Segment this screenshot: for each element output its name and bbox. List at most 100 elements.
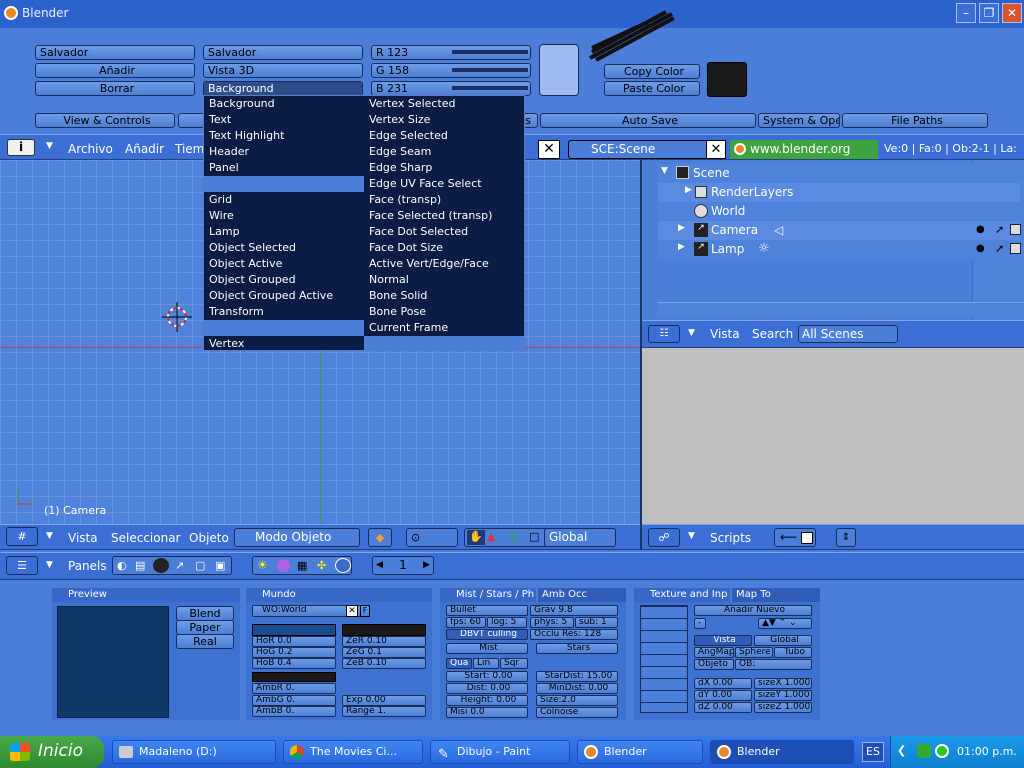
gravity-slider[interactable]: Grav 9.8 [530,605,618,616]
collapse-arrow-icon[interactable]: ▼ [688,328,695,338]
buttons-editor-type-icon[interactable]: ☰ [6,556,38,575]
expand-arrow-icon[interactable]: ▼ [661,166,668,176]
dropdown-item[interactable]: Transform [204,304,364,320]
mist-panel-header[interactable]: Mist / Stars / Ph [440,588,536,602]
texture-browse-button[interactable]: - [694,618,706,629]
eye-icon[interactable]: ● [976,243,985,254]
map-to-tab[interactable]: Map To [732,588,820,602]
render-icon[interactable] [1010,243,1021,254]
dropdown-item[interactable]: Edge Seam [364,144,524,160]
blue-slider[interactable]: B 231 [371,81,531,96]
paper-button[interactable]: Paper [176,620,234,635]
viewport-editor-type-icon[interactable]: # [6,527,38,546]
element-select[interactable]: Background [203,81,363,96]
dropdown-item[interactable]: Text [204,112,364,128]
start-field[interactable]: Start: 0.00 [446,671,528,682]
sphere-toggle[interactable]: Sphere [735,647,773,658]
add-new-texture-button[interactable]: Añadir Nuevo [694,605,812,616]
texture-copy-paste-buttons[interactable]: ▲▼ ⌃ ⌄ [758,618,812,629]
theme-name-field[interactable]: Salvador [203,45,363,60]
height-field[interactable]: Height: 0.00 [446,695,528,706]
outliner-row-world[interactable]: World [658,202,1020,221]
outliner-menu-vista[interactable]: Vista [710,327,740,341]
taskbar-item-movies[interactable]: The Movies Ci... [283,740,423,764]
network-icon[interactable] [917,744,931,758]
sizex-field[interactable]: sizeX 1.000 [754,678,812,689]
outliner-scrollbar[interactable] [658,302,1024,316]
qua-toggle[interactable]: Qua [446,658,472,669]
dist-field[interactable]: Dist: 0.00 [446,683,528,694]
tubo-toggle[interactable]: Tubo [774,647,812,658]
menu-archivo[interactable]: Archivo [68,142,113,156]
dropdown-item[interactable]: Grid [204,192,364,208]
dropdown-item[interactable]: Vertex Size [364,112,524,128]
preview-panel-header[interactable]: Preview [52,588,240,602]
objeto-toggle[interactable]: Objeto [694,659,734,670]
range-slider[interactable]: Range 1. [342,706,426,717]
dropdown-item[interactable]: Object Grouped Active [204,288,364,304]
render-icon[interactable] [1010,224,1021,235]
sub-context-buttons[interactable]: ☀ ▦ ✣ [252,556,352,575]
script-icon[interactable]: ▤ [135,559,145,572]
hor-slider[interactable]: HoR 0.0 [252,636,336,647]
object-context-icon[interactable]: ↗ [175,559,184,572]
menu-vista[interactable]: Vista [68,531,98,545]
sqr-toggle[interactable]: Sqr [500,658,528,669]
outliner-editor-type-icon[interactable]: ☷ [648,325,680,343]
logic-icon[interactable]: ◐ [117,559,127,572]
scale-icon[interactable]: □ [529,530,539,543]
sizey-field[interactable]: sizeY 1.000 [754,690,812,701]
menu-anadir[interactable]: Añadir [125,142,164,156]
tab-file-paths[interactable]: File Paths [842,113,988,128]
scripts-editor-type-icon[interactable]: ☍ [648,528,680,547]
ambb-slider[interactable]: AmbB 0. [252,706,336,717]
angmap-toggle[interactable]: AngMap [694,647,734,658]
world-context-icon[interactable] [335,558,351,573]
stars-toggle[interactable]: Stars [536,643,618,654]
collapse-arrow-icon[interactable]: ▼ [46,531,53,541]
delete-button[interactable]: Borrar [35,81,195,96]
dropdown-item[interactable]: Object Selected [204,240,364,256]
scenes-filter-select[interactable]: All Scenes [798,325,898,343]
horizon-color-swatch[interactable] [252,624,336,636]
hog-slider[interactable]: HoG 0.2 [252,647,336,658]
dropdown-item[interactable]: Face Dot Selected [364,224,524,240]
expand-arrow-icon[interactable]: ▶ [678,242,685,252]
taskbar-item-madaleno[interactable]: Madaleno (D:) [112,740,276,764]
outliner-menu-search[interactable]: Search [752,327,793,341]
mist-toggle[interactable]: Mist [446,643,528,654]
dz-field[interactable]: dZ 0.00 [694,702,752,713]
dropdown-item[interactable]: Face Dot Size [364,240,524,256]
texture-icon[interactable]: ▦ [297,559,307,572]
mundo-panel-header[interactable]: Mundo [246,588,432,602]
misi-slider[interactable]: Misi 0.0 [446,707,528,718]
cursor-select-icon[interactable]: ➚ [995,242,1004,255]
texture-panel-header[interactable]: Texture and Inp [634,588,730,602]
dropdown-item[interactable]: Panel [204,160,364,176]
dropdown-item[interactable]: Object Grouped [204,272,364,288]
sizez-field[interactable]: sizeZ 1.000 [754,702,812,713]
blend-button[interactable]: Blend [176,606,234,621]
panels-menu[interactable]: Panels [68,559,107,573]
ob-field[interactable]: OB: [735,659,812,670]
dropdown-item[interactable]: Face (transp) [364,192,524,208]
context-buttons[interactable]: ◐ ▤ ↗ ▢ ▣ [112,556,232,575]
tab-view-controls[interactable]: View & Controls [35,113,175,128]
tab-auto-save[interactable]: Auto Save [540,113,756,128]
dropdown-item[interactable]: Background [204,96,364,112]
size-slider[interactable]: Size:2.0 [536,695,618,706]
exp-slider[interactable]: Exp 0.00 [342,695,426,706]
antivirus-icon[interactable] [935,744,949,758]
info-icon[interactable]: i [7,139,35,156]
scene-delete-button[interactable]: ✕ [706,140,726,159]
maximize-button[interactable]: ❐ [979,3,999,23]
dropdown-item[interactable]: Current Frame [364,320,524,336]
cursor-select-icon[interactable]: ➚ [995,223,1004,236]
dropdown-item[interactable]: Edge Sharp [364,160,524,176]
dropdown-item[interactable]: Normal [364,272,524,288]
outliner-row-renderlayers[interactable]: ▶ RenderLayers [658,183,1020,202]
collapse-arrow-icon[interactable]: ▼ [46,560,53,570]
dropdown-item[interactable]: Bone Solid [364,288,524,304]
3d-cursor-icon[interactable] [162,302,192,332]
vista-toggle[interactable]: Vista [694,635,752,646]
